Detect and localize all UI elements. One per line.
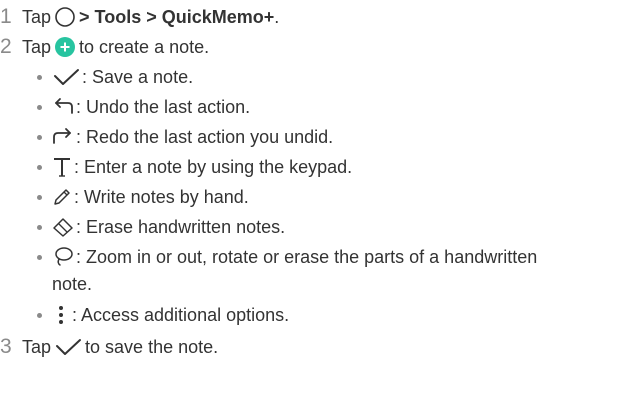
- list-item: : Save a note.: [37, 62, 193, 92]
- bullet-dot: [37, 312, 42, 318]
- list-item-text: : Write notes by hand.: [74, 187, 249, 207]
- step-suffix: to create a note.: [79, 37, 210, 57]
- step-prefix: Tap: [22, 337, 52, 357]
- step-suffix: to save the note.: [85, 337, 219, 357]
- list-item-text: : Access additional options.: [72, 305, 290, 325]
- step-number: 1: [0, 5, 12, 28]
- step-prefix: Tap: [22, 7, 52, 27]
- checkmark-icon: [52, 67, 80, 87]
- list-item: : Zoom in or out, rotate or erase the pa…: [37, 242, 537, 272]
- bullet-dot: [37, 224, 42, 230]
- list-item-continuation: note.: [52, 274, 93, 294]
- undo-icon: [52, 97, 74, 117]
- list-item: : Enter a note by using the keypad.: [37, 152, 352, 182]
- pen-icon: [52, 187, 72, 207]
- step-number: 3: [0, 335, 12, 358]
- menu-path: > Tools > QuickMemo+: [79, 7, 275, 27]
- eraser-icon: [52, 217, 74, 237]
- bullet-dot: [37, 194, 42, 200]
- step-1-period: .: [274, 7, 280, 27]
- bullet-dot: [37, 134, 42, 140]
- list-item: : Access additional options.: [37, 300, 289, 330]
- list-item: : Undo the last action.: [37, 92, 250, 122]
- step-3-text: Tap to save the note.: [22, 332, 218, 362]
- list-item-text: : Save a note.: [82, 67, 194, 87]
- list-item-text: : Undo the last action.: [76, 97, 251, 117]
- step-number: 2: [0, 35, 12, 58]
- bullet-dot: [37, 254, 42, 260]
- step-1: 1 Tap > Tools > QuickMemo+ .: [0, 2, 279, 32]
- text-t-icon: [52, 156, 72, 178]
- home-circle-icon: [54, 6, 76, 28]
- document-page: 1 Tap > Tools > QuickMemo+ . 2 Tap to cr…: [0, 0, 630, 406]
- list-item-text: : Enter a note by using the keypad.: [74, 157, 353, 177]
- list-item-text: : Zoom in or out, rotate or erase the pa…: [76, 247, 538, 267]
- lasso-icon: [52, 246, 74, 268]
- step-3: 3 Tap to save the note.: [0, 332, 218, 362]
- list-item: : Erase handwritten notes.: [37, 212, 285, 242]
- list-item: : Write notes by hand.: [37, 182, 249, 212]
- list-item-text: : Redo the last action you undid.: [76, 127, 334, 147]
- bullet-dot: [37, 164, 42, 170]
- more-options-icon: [52, 304, 70, 326]
- checkmark-icon: [54, 337, 82, 357]
- list-item-text: : Erase handwritten notes.: [76, 217, 286, 237]
- list-item: : Redo the last action you undid.: [37, 122, 333, 152]
- step-1-text: Tap > Tools > QuickMemo+ .: [22, 2, 279, 32]
- step-2-text: Tap to create a note.: [22, 32, 209, 62]
- redo-icon: [52, 127, 74, 147]
- bullet-dot: [37, 74, 42, 80]
- step-2: 2 Tap to create a note.: [0, 32, 209, 62]
- step-prefix: Tap: [22, 37, 52, 57]
- add-note-icon: [54, 36, 76, 58]
- bullet-dot: [37, 104, 42, 110]
